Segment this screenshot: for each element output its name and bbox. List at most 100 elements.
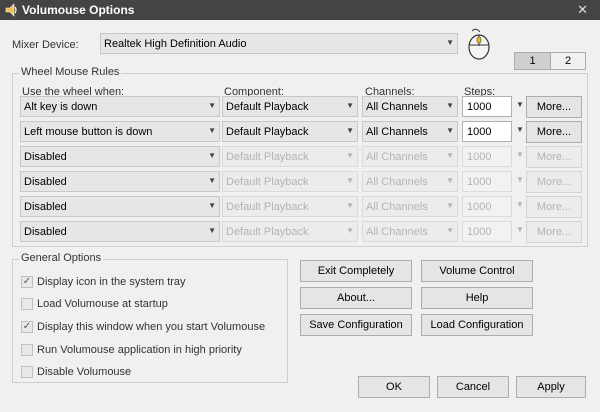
rule-use-value: Alt key is down (24, 101, 98, 113)
cancel-button[interactable]: Cancel (437, 376, 509, 398)
about-button[interactable]: About... (300, 287, 412, 309)
chevron-down-icon: ▼ (516, 225, 524, 234)
mouse-icon (468, 28, 490, 60)
mixer-device-value: Realtek High Definition Audio (104, 38, 247, 50)
close-icon[interactable]: ✕ (577, 2, 588, 18)
tab-1[interactable]: 1 (514, 52, 551, 70)
rule-more-button: More... (526, 171, 582, 193)
chevron-down-icon: ▼ (446, 126, 454, 135)
general-option-label: Display icon in the system tray (37, 276, 186, 288)
apply-button[interactable]: Apply (516, 376, 586, 398)
general-option-row[interactable]: Disable Volumouse (21, 366, 283, 380)
rule-steps-input: 1000 ▼ (462, 196, 524, 217)
rule-steps-input[interactable]: 1000 ▼ (462, 96, 524, 117)
rule-channels-select: All Channels ▼ (362, 171, 458, 192)
rule-channels-value: All Channels (366, 176, 428, 188)
rule-component-value: Default Playback (226, 201, 309, 213)
rule-use-select[interactable]: Left mouse button is down ▼ (20, 121, 220, 142)
app-icon (5, 3, 17, 17)
rule-component-value: Default Playback (226, 151, 309, 163)
general-option-row[interactable]: Run Volumouse application in high priori… (21, 344, 283, 358)
rule-steps-value: 1000 (467, 126, 492, 138)
general-option-label: Run Volumouse application in high priori… (37, 344, 242, 356)
chevron-down-icon: ▼ (346, 126, 354, 135)
tab-2[interactable]: 2 (550, 52, 586, 70)
rule-channels-value: All Channels (366, 101, 428, 113)
rule-more-button[interactable]: More... (526, 96, 582, 118)
volume-control-button[interactable]: Volume Control (421, 260, 533, 282)
chevron-down-icon: ▼ (346, 101, 354, 110)
chevron-down-icon: ▼ (346, 176, 354, 185)
help-label: Help (465, 292, 489, 304)
rule-component-value: Default Playback (226, 226, 309, 238)
rule-steps-input[interactable]: 1000 ▼ (462, 121, 524, 142)
title-bar: Volumouse Options ✕ (0, 0, 600, 20)
rule-more-button[interactable]: More... (526, 121, 582, 143)
chevron-down-icon: ▼ (446, 101, 454, 110)
rule-channels-value: All Channels (366, 226, 428, 238)
checkbox[interactable]: ✓ (21, 276, 33, 288)
checkbox[interactable]: ✓ (21, 321, 33, 333)
load-configuration-button[interactable]: Load Configuration (421, 314, 533, 336)
ok-button[interactable]: OK (358, 376, 430, 398)
save-configuration-button[interactable]: Save Configuration (300, 314, 412, 336)
checkbox[interactable] (21, 366, 33, 378)
rule-channels-select: All Channels ▼ (362, 146, 458, 167)
help-button[interactable]: Help (421, 287, 533, 309)
checkbox[interactable] (21, 298, 33, 310)
wheel-mouse-rules-legend: Wheel Mouse Rules (19, 66, 122, 78)
rule-use-value: Left mouse button is down (24, 126, 153, 138)
general-options-legend: General Options (19, 252, 104, 264)
chevron-down-icon: ▼ (208, 126, 216, 135)
chevron-down-icon[interactable]: ▼ (516, 100, 524, 109)
rule-use-select[interactable]: Disabled ▼ (20, 196, 220, 217)
mixer-device-select[interactable]: Realtek High Definition Audio ▼ (100, 33, 458, 54)
about-label: About... (337, 292, 375, 304)
rule-channels-select: All Channels ▼ (362, 221, 458, 242)
rule-more-label: More... (536, 151, 572, 163)
ok-label: OK (386, 381, 402, 393)
rule-steps-value: 1000 (467, 226, 492, 238)
exit-completely-button[interactable]: Exit Completely (300, 260, 412, 282)
rule-component-select: Default Playback ▼ (222, 146, 358, 167)
chevron-down-icon: ▼ (446, 151, 454, 160)
rule-component-value: Default Playback (226, 126, 309, 138)
general-option-label: Disable Volumouse (37, 366, 132, 378)
rule-steps-value: 1000 (467, 201, 492, 213)
general-option-row[interactable]: ✓ Display this window when you start Volu… (21, 321, 283, 335)
save-configuration-label: Save Configuration (309, 319, 403, 331)
rule-use-select[interactable]: Disabled ▼ (20, 146, 220, 167)
rule-channels-value: All Channels (366, 151, 428, 163)
load-configuration-label: Load Configuration (430, 319, 524, 331)
rule-channels-select[interactable]: All Channels ▼ (362, 121, 458, 142)
rule-component-value: Default Playback (226, 176, 309, 188)
chevron-down-icon: ▼ (346, 151, 354, 160)
rule-steps-value: 1000 (467, 176, 492, 188)
rule-component-select[interactable]: Default Playback ▼ (222, 121, 358, 142)
rule-use-select[interactable]: Disabled ▼ (20, 171, 220, 192)
chevron-down-icon: ▼ (208, 201, 216, 210)
general-option-label: Load Volumouse at startup (37, 298, 168, 310)
rule-component-select[interactable]: Default Playback ▼ (222, 96, 358, 117)
rule-use-select[interactable]: Disabled ▼ (20, 221, 220, 242)
rule-more-button: More... (526, 196, 582, 218)
window-title: Volumouse Options (22, 3, 135, 17)
apply-label: Apply (537, 381, 565, 393)
rule-steps-value: 1000 (467, 101, 492, 113)
general-option-row[interactable]: ✓ Display icon in the system tray (21, 276, 283, 290)
chevron-down-icon: ▼ (516, 175, 524, 184)
rule-channels-select: All Channels ▼ (362, 196, 458, 217)
chevron-down-icon[interactable]: ▼ (516, 125, 524, 134)
general-option-row[interactable]: Load Volumouse at startup (21, 298, 283, 312)
checkbox[interactable] (21, 344, 33, 356)
rule-steps-input: 1000 ▼ (462, 171, 524, 192)
rule-channels-value: All Channels (366, 201, 428, 213)
chevron-down-icon: ▼ (346, 226, 354, 235)
rule-channels-select[interactable]: All Channels ▼ (362, 96, 458, 117)
chevron-down-icon: ▼ (516, 200, 524, 209)
rule-component-select: Default Playback ▼ (222, 171, 358, 192)
chevron-down-icon: ▼ (208, 151, 216, 160)
rule-use-select[interactable]: Alt key is down ▼ (20, 96, 220, 117)
rule-steps-input: 1000 ▼ (462, 221, 524, 242)
volume-control-label: Volume Control (439, 265, 515, 277)
